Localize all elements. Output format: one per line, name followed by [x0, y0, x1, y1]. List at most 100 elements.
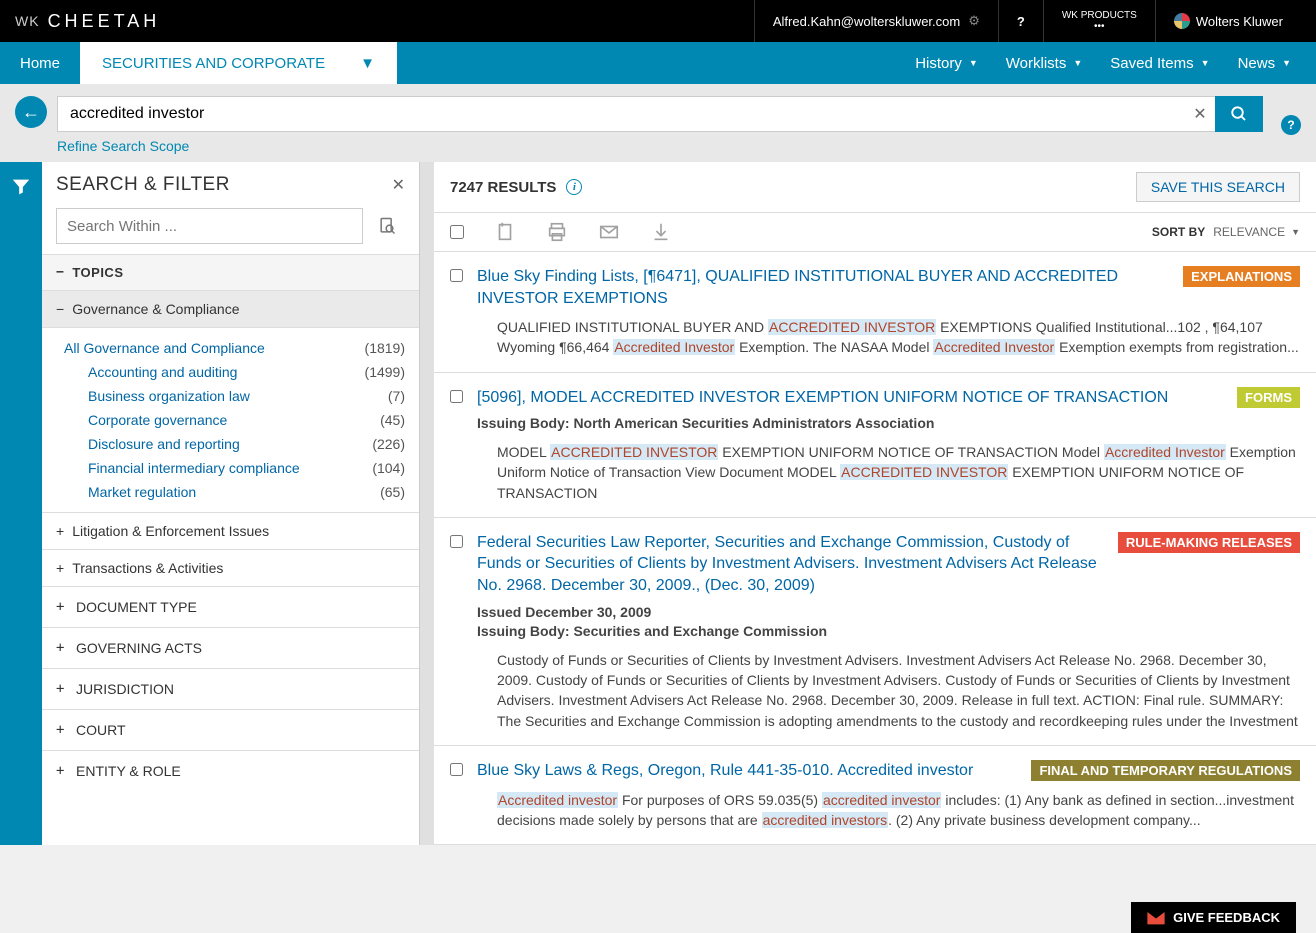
filter-item[interactable]: Market regulation (65) [56, 480, 405, 504]
filter-item-count: (65) [380, 484, 405, 500]
envelope-icon [1147, 911, 1165, 925]
refine-search-scope-link[interactable]: Refine Search Scope [57, 138, 189, 154]
filter-subsection-label: Litigation & Enforcement Issues [72, 523, 269, 539]
result-title-link[interactable]: Blue Sky Laws & Regs, Oregon, Rule 441-3… [477, 760, 1019, 782]
filter-category-label: DOCUMENT TYPE [76, 599, 197, 615]
search-clear-button[interactable]: ✕ [1185, 96, 1215, 132]
result-checkbox[interactable] [450, 763, 463, 776]
search-row: ← ✕ Refine Search Scope ? [0, 84, 1316, 162]
filter-item-label: Disclosure and reporting [88, 436, 240, 452]
filter-item-label: Business organization law [88, 388, 250, 404]
search-button[interactable] [1215, 96, 1263, 132]
search-input[interactable] [57, 96, 1185, 132]
filter-category[interactable]: +COURT [42, 709, 419, 750]
print-icon[interactable] [546, 221, 568, 243]
filter-category[interactable]: +DOCUMENT TYPE [42, 586, 419, 627]
search-within-input[interactable] [56, 208, 363, 244]
expand-icon: + [56, 722, 66, 738]
sort-by-label: SORT BY [1152, 225, 1205, 239]
search-box: ✕ [57, 96, 1263, 132]
download-icon[interactable] [650, 221, 672, 243]
add-document-icon[interactable] [494, 221, 516, 243]
brand-logo[interactable]: WK CHEETAH [15, 11, 160, 32]
help-button[interactable]: ? [998, 0, 1043, 42]
result-snippet: Accredited investor For purposes of ORS … [497, 790, 1300, 831]
result-checkbox[interactable] [450, 390, 463, 403]
filter-category[interactable]: + GOVERNING ACTS [42, 627, 419, 668]
filter-item-label: All Governance and Compliance [64, 340, 265, 356]
result-checkbox[interactable] [450, 535, 463, 548]
feedback-label: GIVE FEEDBACK [1173, 910, 1280, 925]
result-checkbox[interactable] [450, 269, 463, 282]
search-help-button[interactable]: ? [1281, 115, 1301, 135]
expand-icon: + [56, 640, 66, 656]
filter-item[interactable]: Disclosure and reporting(226) [56, 432, 405, 456]
filter-item[interactable]: Business organization law (7) [56, 384, 405, 408]
search-within-button[interactable] [369, 208, 405, 244]
select-all-checkbox[interactable] [450, 225, 464, 239]
result-badge: EXPLANATIONS [1183, 266, 1300, 287]
result-title-link[interactable]: [5096], MODEL ACCREDITED INVESTOR EXEMPT… [477, 387, 1225, 409]
search-doc-icon [377, 216, 397, 236]
nav-worklists[interactable]: Worklists [1006, 55, 1082, 72]
filter-category-label: GOVERNING ACTS [76, 640, 202, 656]
nav-tab-securities[interactable]: SECURITIES AND CORPORATE ▼ [80, 42, 397, 84]
results-count: 7247 RESULTS i [450, 179, 582, 196]
filter-items: All Governance and Compliance (1819) Accou… [42, 328, 419, 512]
nav-saved-items[interactable]: Saved Items [1110, 55, 1209, 72]
search-container: ✕ Refine Search Scope [57, 96, 1263, 154]
filter-item[interactable]: Corporate governance(45) [56, 408, 405, 432]
result-item: Blue Sky Finding Lists, [¶6471], QUALIFI… [434, 252, 1316, 373]
ellipsis-icon: ••• [1094, 21, 1105, 32]
filter-icon [10, 176, 32, 198]
result-title-link[interactable]: Federal Securities Law Reporter, Securit… [477, 532, 1106, 597]
user-email: Alfred.Kahn@wolterskluwer.com [773, 14, 960, 29]
filter-item-label: Market regulation [88, 484, 196, 500]
filter-collapse-handle[interactable] [0, 162, 42, 845]
filter-item-count: (1819) [365, 340, 405, 356]
sort-dropdown[interactable]: RELEVANCE [1213, 225, 1300, 239]
result-badge: FORMS [1237, 387, 1300, 408]
result-checkbox-wrap [450, 266, 463, 358]
products-label: WK PRODUCTS [1062, 10, 1137, 21]
company-link[interactable]: Wolters Kluwer [1155, 0, 1301, 42]
back-button[interactable]: ← [15, 96, 47, 128]
navbar: Home SECURITIES AND CORPORATE ▼ History … [0, 42, 1316, 84]
result-badge: RULE-MAKING RELEASES [1118, 532, 1300, 553]
result-title-row: Federal Securities Law Reporter, Securit… [477, 532, 1300, 597]
nav-history[interactable]: History [915, 55, 978, 72]
filter-section-topics[interactable]: − TOPICS [42, 254, 419, 291]
results-panel: 7247 RESULTS i SAVE THIS SEARCH SORT BY … [434, 162, 1316, 845]
result-title-link[interactable]: Blue Sky Finding Lists, [¶6471], QUALIFI… [477, 266, 1171, 309]
info-icon[interactable]: i [566, 179, 582, 195]
filter-subhead-governance[interactable]: − Governance & Compliance [42, 291, 419, 328]
governance-label: Governance & Compliance [72, 301, 239, 317]
results-count-label: 7247 RESULTS [450, 179, 556, 196]
filter-item[interactable]: Accounting and auditing(1499) [56, 360, 405, 384]
filter-category[interactable]: +ENTITY & ROLE [42, 750, 419, 791]
filter-subsection[interactable]: +Transactions & Activities [42, 549, 419, 586]
filter-item[interactable]: All Governance and Compliance (1819) [56, 336, 405, 360]
result-title-row: Blue Sky Laws & Regs, Oregon, Rule 441-3… [477, 760, 1300, 782]
nav-news[interactable]: News [1238, 55, 1291, 72]
filter-panel: SEARCH & FILTER ✕ − TOPICS − Governance … [0, 162, 420, 845]
company-label: Wolters Kluwer [1196, 14, 1283, 29]
filter-item-label: Corporate governance [88, 412, 227, 428]
wk-products-menu[interactable]: WK PRODUCTS ••• [1043, 0, 1155, 42]
result-title-row: [5096], MODEL ACCREDITED INVESTOR EXEMPT… [477, 387, 1300, 409]
give-feedback-button[interactable]: GIVE FEEDBACK [1131, 902, 1296, 933]
expand-icon: + [56, 763, 66, 779]
filter-close-button[interactable]: ✕ [392, 175, 405, 195]
user-menu[interactable]: Alfred.Kahn@wolterskluwer.com [754, 0, 998, 42]
wk-logo-icon [1174, 13, 1190, 29]
nav-home[interactable]: Home [0, 42, 80, 84]
topbar-right: Alfred.Kahn@wolterskluwer.com ? WK PRODU… [754, 0, 1301, 42]
save-search-button[interactable]: SAVE THIS SEARCH [1136, 172, 1300, 202]
filter-subsection[interactable]: +Litigation & Enforcement Issues [42, 512, 419, 549]
result-title-row: Blue Sky Finding Lists, [¶6471], QUALIFI… [477, 266, 1300, 309]
expand-icon: + [56, 681, 66, 697]
filter-category[interactable]: +JURISDICTION [42, 668, 419, 709]
filter-item[interactable]: Financial intermediary compliance(104) [56, 456, 405, 480]
email-icon[interactable] [598, 221, 620, 243]
filter-item-count: (7) [388, 388, 405, 404]
